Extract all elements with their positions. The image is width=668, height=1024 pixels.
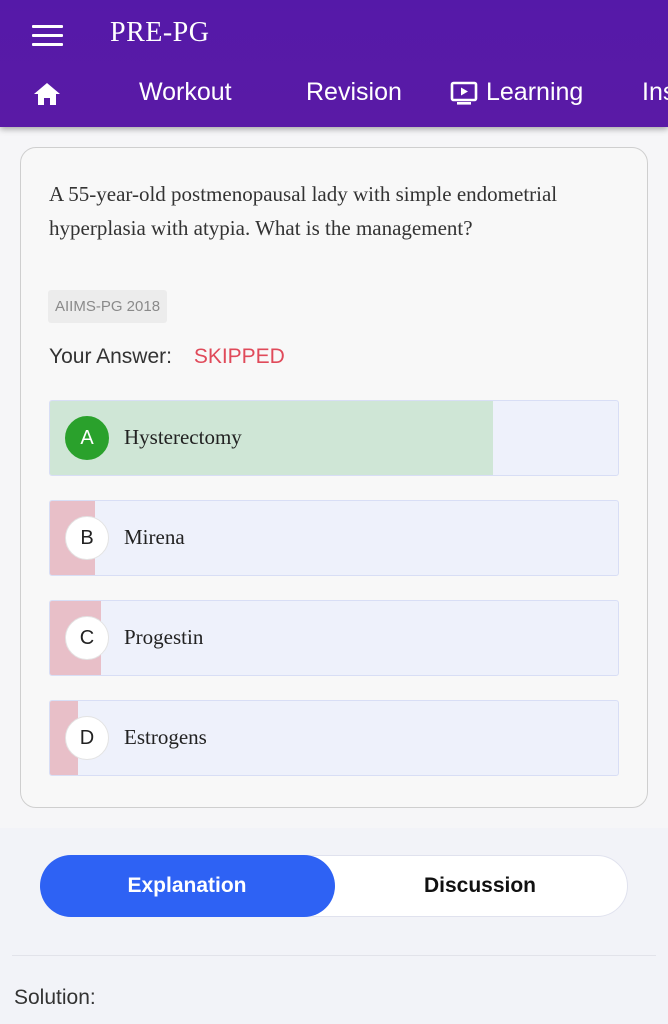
tab-discussion[interactable]: Discussion	[333, 855, 627, 917]
solution-label: Solution:	[14, 986, 96, 1009]
divider	[12, 955, 656, 956]
explanation-discussion-toggle: Explanation Discussion	[39, 854, 628, 917]
option-text: Hysterectomy	[124, 425, 242, 449]
option-letter: A	[65, 416, 109, 460]
question-text: A 55-year-old postmenopausal lady with s…	[49, 182, 558, 240]
option-c[interactable]: C Progestin	[49, 600, 619, 676]
exam-tag: AIIMS-PG 2018	[48, 290, 168, 323]
option-letter: B	[65, 516, 109, 560]
option-d[interactable]: D Estrogens	[49, 700, 619, 776]
question-card: A 55-year-old postmenopausal lady with s…	[20, 147, 648, 808]
option-b[interactable]: B Mirena	[49, 500, 619, 576]
option-letter: C	[65, 616, 109, 660]
option-letter: D	[65, 716, 109, 760]
nav-tab-revision[interactable]: Revision	[306, 78, 402, 107]
option-text: Estrogens	[124, 725, 207, 749]
nav-tab-label: Revision	[306, 78, 402, 106]
answer-status: SKIPPED	[193, 345, 285, 368]
option-text: Mirena	[124, 525, 185, 549]
nav-tab-ins[interactable]: Ins	[642, 78, 668, 107]
nav-tab-label: Learning	[486, 78, 584, 106]
option-percent-fill	[50, 401, 494, 475]
tab-explanation[interactable]: Explanation	[39, 854, 335, 917]
top-nav: Workout Revision Learning Ins	[0, 68, 668, 120]
app-header: PRE-PG Workout Revision Learning Ins	[0, 0, 668, 127]
option-a[interactable]: A Hysterectomy	[49, 400, 619, 476]
explanation-panel: Explanation Discussion Solution:	[0, 828, 668, 1024]
your-answer-row: Your Answer: SKIPPED	[49, 345, 285, 369]
home-icon[interactable]	[31, 80, 63, 108]
your-answer-label: Your Answer:	[49, 345, 172, 368]
hamburger-menu-icon[interactable]	[26, 18, 68, 52]
nav-tab-workout[interactable]: Workout	[139, 78, 232, 107]
nav-tab-learning[interactable]: Learning	[450, 78, 583, 107]
nav-tab-label: Workout	[139, 78, 232, 106]
option-text: Progestin	[124, 625, 204, 649]
play-screen-icon	[450, 81, 478, 105]
app-title: PRE-PG	[110, 17, 210, 48]
nav-tab-label: Ins	[642, 78, 668, 106]
